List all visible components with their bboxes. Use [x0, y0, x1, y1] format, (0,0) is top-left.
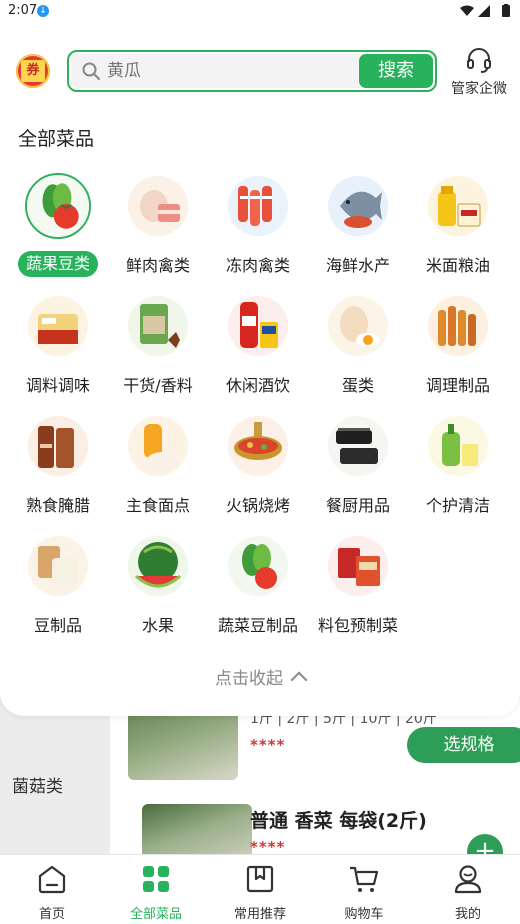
category-label: 餐厨用品 [325, 496, 390, 515]
sidebar-item-mushroom[interactable]: 菌菇类 [12, 772, 63, 797]
category-sheet: 券 搜索 管家企微 全部菜品 蔬果豆类 [0, 0, 520, 716]
category-label: 鲜肉禽类 [125, 256, 190, 275]
nav-all-dishes[interactable]: 全部菜品 [104, 855, 208, 924]
status-bar: 2:07 ↓ [0, 0, 520, 24]
section-title: 全部菜品 [18, 128, 95, 150]
product-list: 1斤 | 2斤 | 5斤 | 10斤 | 20斤 **** 选规格 普通 香菜 … [110, 700, 520, 870]
status-time: 2:07 [8, 3, 38, 18]
category-label: 豆制品 [33, 616, 82, 635]
kitchenware-icon [328, 416, 388, 476]
headset-icon [467, 48, 491, 73]
staple-pastry-icon [128, 416, 188, 476]
nav-profile[interactable]: 我的 [416, 855, 520, 924]
category-seasoning-packs-ready-meals[interactable]: 料包预制菜 [308, 532, 408, 642]
coupon-icon[interactable]: 券 [16, 54, 50, 88]
select-spec-button[interactable]: 选规格 [407, 727, 520, 763]
steward-contact-button[interactable]: 管家企微 [448, 46, 510, 98]
category-fruit[interactable]: 水果 [108, 532, 208, 642]
category-label: 海鲜水产 [325, 256, 390, 275]
category-label: 调料调味 [25, 376, 90, 395]
fresh-meat-icon [128, 176, 188, 236]
snacks-drinks-icon [228, 296, 288, 356]
nav-label: 购物车 [344, 907, 384, 922]
veg-fruit-icon [25, 173, 91, 239]
category-rice-flour-oil[interactable]: 米面粮油 [408, 172, 508, 282]
hotpot-icon [228, 416, 288, 476]
watermelon-icon [128, 536, 188, 596]
nav-label: 常用推荐 [233, 907, 286, 922]
category-label: 米面粮油 [425, 256, 490, 275]
category-tofu-products[interactable]: 豆制品 [8, 532, 108, 642]
category-sidebar: 菌菇类 … [0, 700, 110, 868]
category-label: 干货/香料 [123, 376, 193, 395]
nav-label: 首页 [38, 907, 65, 922]
grid-icon [143, 866, 169, 892]
category-fresh-meat[interactable]: 鲜肉禽类 [108, 172, 208, 282]
category-label: 蔬果豆类 [18, 251, 98, 277]
prepared-products-icon [428, 296, 488, 356]
personal-care-icon [428, 416, 488, 476]
chevron-up-icon [290, 671, 308, 689]
cart-icon [350, 866, 379, 892]
search-button[interactable]: 搜索 [359, 54, 433, 88]
nav-label: 全部菜品 [129, 907, 182, 922]
coupon-label: 券 [21, 60, 45, 82]
category-label: 主食面点 [125, 496, 190, 515]
download-icon: ↓ [37, 5, 49, 17]
veg-tofu-icon [228, 536, 288, 596]
category-prepared-products[interactable]: 调理制品 [408, 292, 508, 402]
category-label: 个护清洁 [425, 496, 490, 515]
category-seafood[interactable]: 海鲜水产 [308, 172, 408, 282]
eggs-icon [328, 296, 388, 356]
category-label: 水果 [141, 616, 174, 635]
category-snacks-drinks[interactable]: 休闲酒饮 [208, 292, 308, 402]
category-label: 熟食腌腊 [25, 496, 90, 515]
search-icon [82, 62, 100, 80]
category-veg-fruit-beans[interactable]: 蔬果豆类 [8, 172, 108, 282]
product-price: **** [250, 736, 286, 754]
collapse-label: 点击收起 [215, 669, 283, 689]
search-bar: 搜索 [67, 50, 437, 92]
category-label: 休闲酒饮 [225, 376, 290, 395]
seafood-icon [328, 176, 388, 236]
category-cured-meat[interactable]: 熟食腌腊 [8, 412, 108, 522]
category-label: 蔬菜豆制品 [217, 616, 298, 635]
bookmark-icon [246, 865, 274, 893]
category-label: 调理制品 [425, 376, 490, 395]
nav-cart[interactable]: 购物车 [312, 855, 416, 924]
seasoning-icon [28, 296, 88, 356]
category-staple-pastry[interactable]: 主食面点 [108, 412, 208, 522]
category-frozen-meat[interactable]: 冻肉禽类 [208, 172, 308, 282]
category-seasoning[interactable]: 调料调味 [8, 292, 108, 402]
category-kitchenware[interactable]: 餐厨用品 [308, 412, 408, 522]
frozen-meat-icon [228, 176, 288, 236]
dried-goods-icon [128, 296, 188, 356]
collapse-button[interactable]: 点击收起 [0, 664, 520, 689]
category-dried-goods[interactable]: 干货/香料 [108, 292, 208, 402]
nav-recommended[interactable]: 常用推荐 [208, 855, 312, 924]
category-label: 火锅烧烤 [225, 496, 290, 515]
home-icon [38, 865, 66, 894]
ready-meal-icon [328, 536, 388, 596]
category-label: 蛋类 [341, 376, 374, 395]
cured-meat-icon [28, 416, 88, 476]
category-eggs[interactable]: 蛋类 [308, 292, 408, 402]
product-image[interactable] [142, 804, 252, 860]
product-title[interactable]: 普通 香菜 每袋(2斤) [250, 806, 427, 833]
tofu-icon [28, 536, 88, 596]
category-hotpot-bbq[interactable]: 火锅烧烤 [208, 412, 308, 522]
rice-oil-icon [428, 176, 488, 236]
user-icon [454, 865, 482, 894]
nav-label: 我的 [454, 907, 481, 922]
category-label: 料包预制菜 [317, 616, 398, 635]
category-personal-care[interactable]: 个护清洁 [408, 412, 508, 522]
bottom-nav: 首页 全部菜品 常用推荐 购物车 我的 [0, 854, 520, 924]
category-veg-tofu[interactable]: 蔬菜豆制品 [208, 532, 308, 642]
category-label: 冻肉禽类 [225, 256, 290, 275]
search-input[interactable] [107, 56, 347, 86]
system-status-icons [460, 4, 510, 17]
steward-label: 管家企微 [451, 81, 507, 97]
nav-home[interactable]: 首页 [0, 855, 104, 924]
